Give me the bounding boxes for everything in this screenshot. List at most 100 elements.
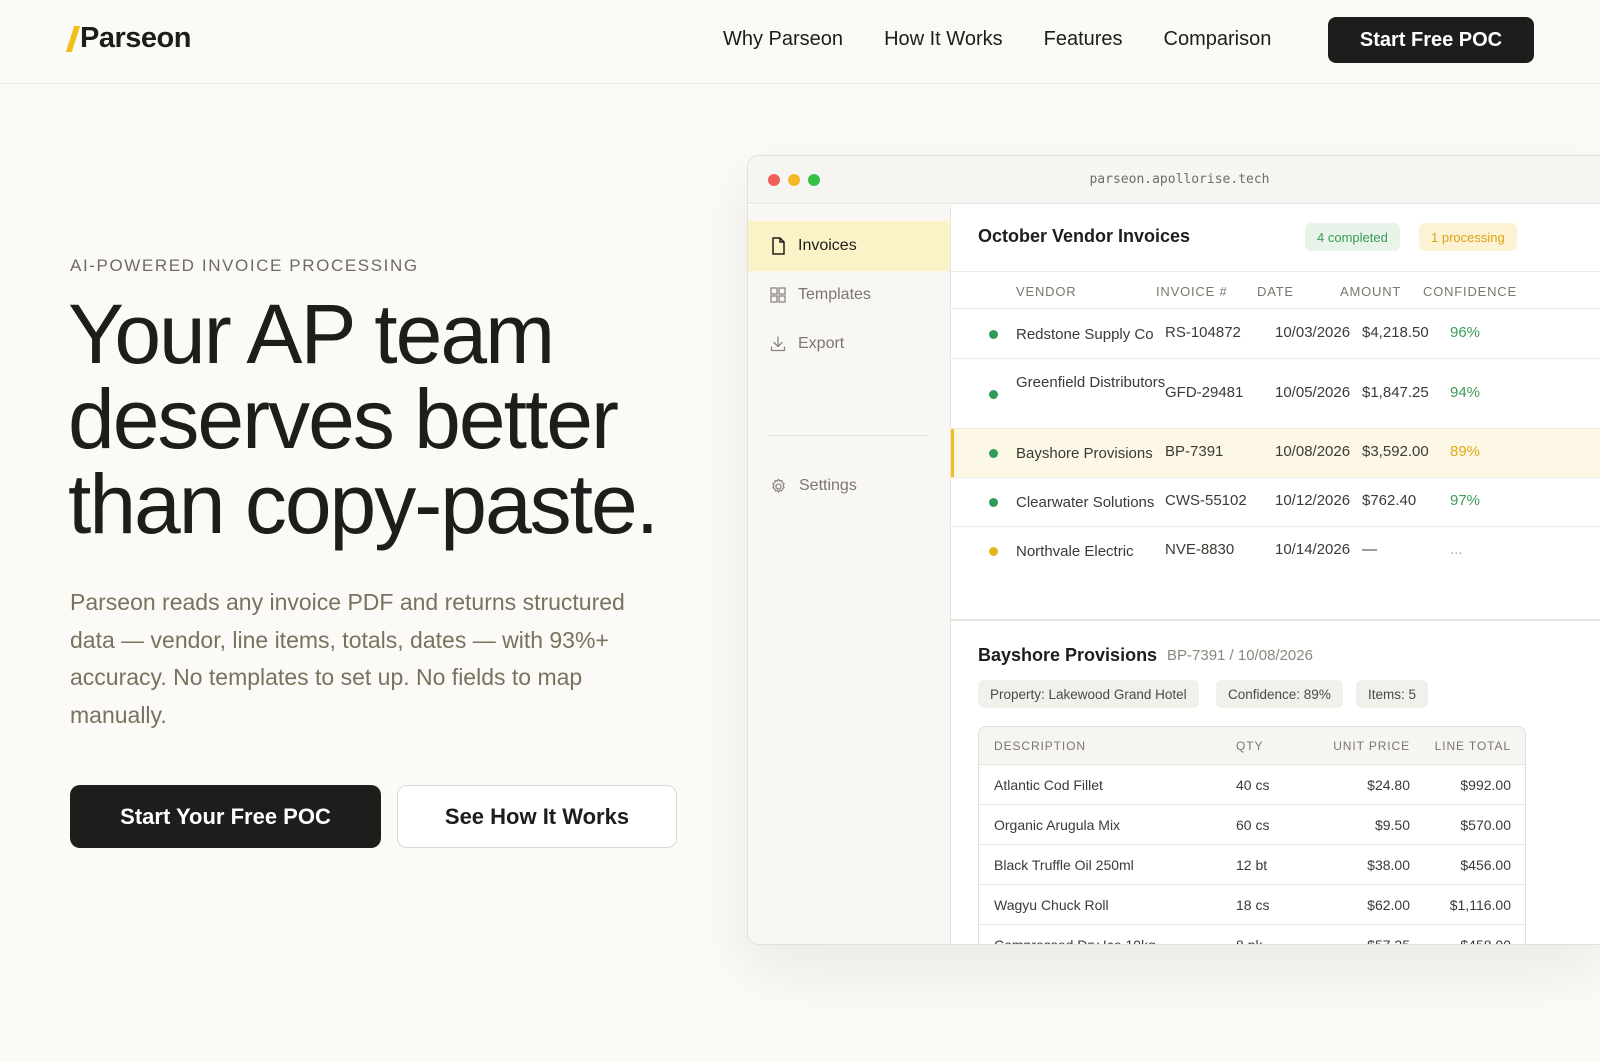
hero-eyebrow: AI-POWERED INVOICE PROCESSING — [70, 256, 419, 275]
invoice-list-title: October Vendor Invoices — [978, 226, 1191, 246]
nav-links: Why Parseon How It Works Features Compar… — [723, 28, 1312, 51]
sidebar-divider — [768, 435, 928, 436]
column-header-unit-price: UNIT PRICE — [1333, 739, 1410, 753]
item-qty: 40 cs — [1236, 777, 1270, 793]
detail-divider — [951, 619, 1600, 621]
line-item-row: Black Truffle Oil 250ml 12 bt $38.00 $45… — [979, 845, 1525, 885]
nav-link-why-parseon[interactable]: Why Parseon — [723, 28, 843, 51]
status-processing-icon — [989, 547, 998, 556]
sidebar-item-invoices[interactable]: Invoices — [748, 221, 950, 271]
nav-link-how-it-works[interactable]: How It Works — [884, 28, 1003, 51]
invoice-table-header: VENDOR INVOICE # DATE AMOUNT CONFIDENCE — [951, 271, 1600, 309]
invoice-row[interactable]: Clearwater Solutions CWS-55102 10/12/202… — [951, 478, 1600, 527]
hero-headline: Your AP team deserves better than copy-p… — [68, 292, 728, 547]
amount-cell: $3,592.00 — [1362, 443, 1429, 460]
confidence-cell: 97% — [1450, 492, 1481, 509]
vendor-cell: Bayshore Provisions — [1016, 445, 1153, 462]
logo[interactable]: Parseon — [65, 22, 191, 55]
property-chip: Property: Lakewood Grand Hotel — [978, 680, 1199, 708]
item-qty: 8 pk — [1236, 937, 1263, 945]
start-free-poc-button[interactable]: Start Free POC — [1328, 17, 1534, 63]
invoice-row-selected[interactable]: Bayshore Provisions BP-7391 10/08/2026 $… — [951, 429, 1600, 478]
confidence-cell: 89% — [1450, 443, 1481, 460]
headline-line: deserves better — [68, 372, 619, 466]
date-cell: 10/08/2026 — [1275, 443, 1351, 460]
item-line-total: $992.00 — [1460, 777, 1511, 793]
amount-cell: $762.40 — [1362, 492, 1417, 509]
hero-subtext: Parseon reads any invoice PDF and return… — [70, 589, 625, 728]
item-line-total: $456.00 — [1460, 857, 1511, 873]
item-line-total: $570.00 — [1460, 817, 1511, 833]
invoice-row[interactable]: Redstone Supply Co RS-104872 10/03/2026 … — [951, 309, 1600, 359]
column-header-invoice: INVOICE # — [1156, 284, 1228, 299]
item-unit-price: $57.25 — [1367, 937, 1410, 945]
invoice-number-cell: CWS-55102 — [1165, 492, 1247, 509]
start-your-free-poc-button[interactable]: Start Your Free POC — [70, 785, 381, 848]
item-line-total: $1,116.00 — [1449, 897, 1511, 913]
invoice-number-cell: RS-104872 — [1165, 324, 1241, 341]
sidebar-item-label: Export — [798, 335, 845, 352]
gear-icon — [772, 478, 785, 493]
vendor-cell: Clearwater Solutions — [1016, 494, 1155, 511]
detail-invoice-meta: BP-7391 / 10/08/2026 — [1167, 647, 1313, 664]
window-titlebar: parseon.apollorise.tech — [748, 156, 1600, 204]
line-item-row: Organic Arugula Mix 60 cs $9.50 $570.00 — [979, 805, 1525, 845]
sidebar-item-export[interactable]: Export — [748, 319, 950, 369]
nav-link-features[interactable]: Features — [1044, 28, 1123, 51]
column-header-confidence: CONFIDENCE — [1423, 284, 1517, 299]
sidebar-item-settings[interactable]: Settings — [748, 461, 950, 511]
item-description: Wagyu Chuck Roll — [994, 897, 1109, 913]
item-line-total: $458.00 — [1460, 937, 1511, 945]
status-completed-icon — [989, 390, 998, 399]
status-completed-icon — [989, 449, 998, 458]
sidebar-item-label: Templates — [798, 286, 871, 303]
amount-cell: — — [1362, 541, 1377, 558]
sidebar-item-label: Settings — [799, 477, 857, 494]
confidence-cell: 96% — [1450, 324, 1481, 341]
completed-badge: 4 completed — [1305, 223, 1400, 251]
top-nav: Parseon Why Parseon How It Works Feature… — [0, 0, 1600, 84]
vendor-cell: Greenfield Distributors — [1016, 374, 1166, 391]
status-completed-icon — [989, 498, 998, 507]
items-count-chip: Items: 5 — [1356, 680, 1429, 708]
app-preview-window: parseon.apollorise.tech Invoices Templat… — [747, 155, 1600, 945]
column-header-vendor: VENDOR — [1016, 284, 1077, 299]
invoice-row[interactable]: Northvale Electric NVE-8830 10/14/2026 —… — [951, 527, 1600, 577]
logo-text: Parseon — [80, 22, 191, 54]
confidence-cell: 94% — [1450, 384, 1481, 401]
invoice-number-cell: BP-7391 — [1165, 443, 1224, 460]
headline-line: than copy-paste. — [68, 457, 659, 551]
confidence-cell: ... — [1450, 541, 1463, 558]
nav-link-comparison[interactable]: Comparison — [1164, 28, 1272, 51]
item-unit-price: $62.00 — [1367, 897, 1410, 913]
line-items-header: DESCRIPTION QTY UNIT PRICE LINE TOTAL — [979, 727, 1525, 765]
headline-line: Your AP team — [68, 287, 555, 381]
invoice-row[interactable]: Greenfield Distributors GFD-29481 10/05/… — [951, 359, 1600, 429]
item-description: Organic Arugula Mix — [994, 817, 1121, 833]
confidence-chip: Confidence: 89% — [1216, 680, 1343, 708]
invoice-number-cell: NVE-8830 — [1165, 541, 1235, 558]
column-header-qty: QTY — [1236, 739, 1264, 753]
app-sidebar: Invoices Templates Export Settings — [748, 205, 951, 944]
url-bar: parseon.apollorise.tech — [1089, 172, 1270, 187]
sidebar-item-label: Invoices — [798, 237, 857, 254]
status-completed-icon — [989, 330, 998, 339]
logo-mark — [65, 25, 81, 52]
see-how-it-works-button[interactable]: See How It Works — [397, 785, 677, 848]
item-description: Black Truffle Oil 250ml — [994, 857, 1134, 873]
download-icon — [770, 336, 786, 352]
sidebar-item-templates[interactable]: Templates — [748, 270, 950, 320]
grid-icon — [770, 287, 786, 303]
item-qty: 12 bt — [1236, 857, 1268, 873]
amount-cell: $4,218.50 — [1362, 324, 1429, 341]
column-header-amount: AMOUNT — [1340, 284, 1402, 299]
date-cell: 10/12/2026 — [1275, 492, 1351, 509]
column-header-line-total: LINE TOTAL — [1434, 739, 1511, 753]
date-cell: 10/14/2026 — [1275, 541, 1351, 558]
invoice-number-cell: GFD-29481 — [1165, 384, 1244, 401]
detail-vendor-name: Bayshore Provisions — [978, 645, 1158, 665]
line-item-row: Compressed Dry Ice 10kg 8 pk $57.25 $458… — [979, 925, 1525, 945]
line-item-row: Wagyu Chuck Roll 18 cs $62.00 $1,116.00 — [979, 885, 1525, 925]
date-cell: 10/05/2026 — [1275, 384, 1351, 401]
file-icon — [772, 237, 785, 255]
